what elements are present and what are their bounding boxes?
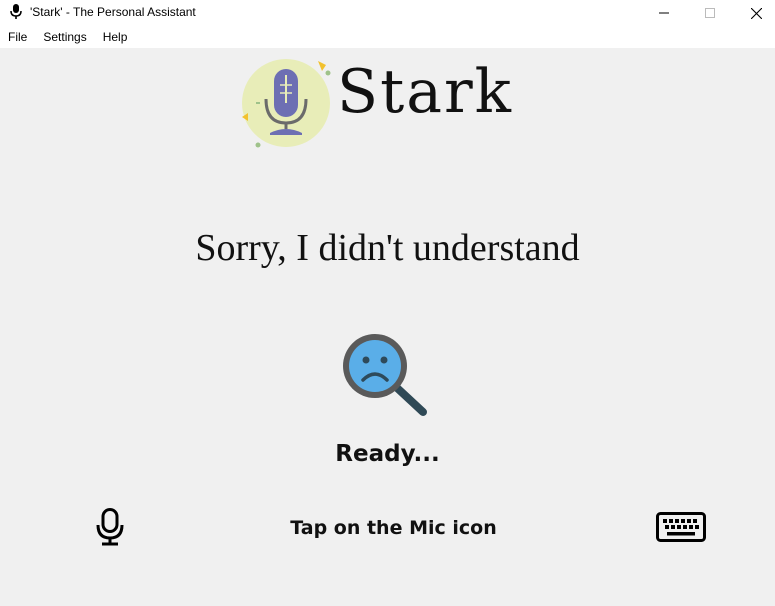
title-bar[interactable]: 'Stark' - The Personal Assistant [0,0,775,26]
keyboard-button[interactable] [652,508,710,546]
sad-magnifier-icon [343,334,427,416]
microphone-logo-icon [242,59,331,148]
menu-help[interactable]: Help [95,26,136,48]
keyboard-icon [656,512,706,542]
minimize-button[interactable] [641,0,687,26]
menu-settings[interactable]: Settings [35,26,94,48]
status-text: Ready... [335,441,440,467]
app-name: Stark [337,57,514,127]
assistant-response: Sorry, I didn't understand [195,227,580,269]
app-window: 'Stark' - The Personal Assistant File Se… [0,0,775,606]
maximize-icon [705,8,715,18]
microphone-title-icon [10,4,22,19]
maximize-button[interactable] [687,0,733,26]
menu-file[interactable]: File [0,26,35,48]
menu-bar: File Settings Help [0,26,775,48]
close-icon [750,7,762,19]
minimize-icon [659,12,669,14]
window-title: 'Stark' - The Personal Assistant [30,5,196,19]
close-button[interactable] [733,0,775,26]
